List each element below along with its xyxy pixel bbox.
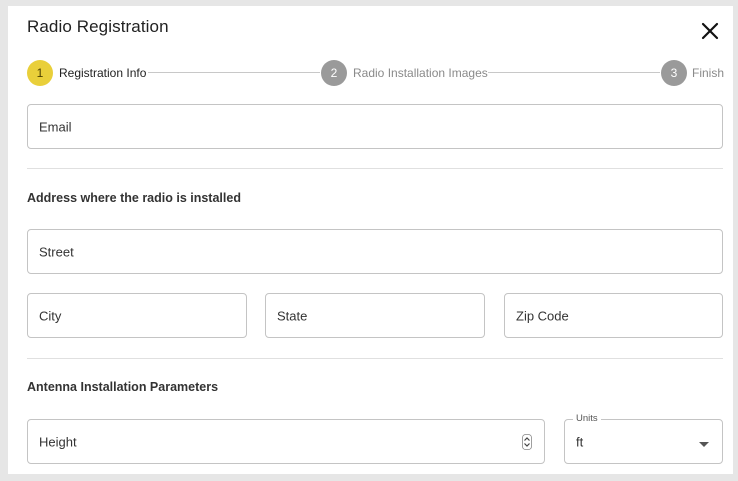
address-section-title: Address where the radio is installed: [27, 191, 241, 205]
height-field[interactable]: Height: [27, 419, 545, 464]
registration-dialog: Radio Registration 1 Registration Info 2…: [8, 6, 733, 474]
state-field[interactable]: State: [265, 293, 485, 338]
zip-code-field[interactable]: Zip Code: [504, 293, 723, 338]
step-1-circle: 1: [27, 60, 53, 86]
step-2-circle: 2: [321, 60, 347, 86]
step-2-label: Radio Installation Images: [353, 66, 488, 80]
step-connector: [148, 72, 320, 73]
units-select[interactable]: Units ft: [564, 413, 723, 464]
divider: [27, 168, 723, 169]
street-placeholder: Street: [39, 244, 74, 259]
dropdown-arrow-icon: [699, 442, 709, 447]
zip-code-placeholder: Zip Code: [516, 308, 569, 323]
units-label: Units: [573, 413, 601, 424]
step-3-label: Finish: [692, 66, 725, 80]
progress-stepper: 1 Registration Info 2 Radio Installation…: [8, 6, 733, 106]
height-placeholder: Height: [39, 434, 77, 449]
state-placeholder: State: [277, 308, 308, 323]
step-1-label: Registration Info: [59, 66, 147, 80]
street-field[interactable]: Street: [27, 229, 723, 274]
step-connector: [488, 72, 660, 73]
email-placeholder: Email: [39, 119, 72, 134]
antenna-section-title: Antenna Installation Parameters: [27, 380, 219, 394]
stepper-arrows-icon[interactable]: [522, 433, 532, 450]
city-field[interactable]: City: [27, 293, 247, 338]
step-3-circle: 3: [661, 60, 687, 86]
units-value: ft: [576, 434, 584, 449]
divider: [27, 358, 723, 359]
city-placeholder: City: [39, 308, 62, 323]
email-field[interactable]: Email: [27, 104, 723, 149]
